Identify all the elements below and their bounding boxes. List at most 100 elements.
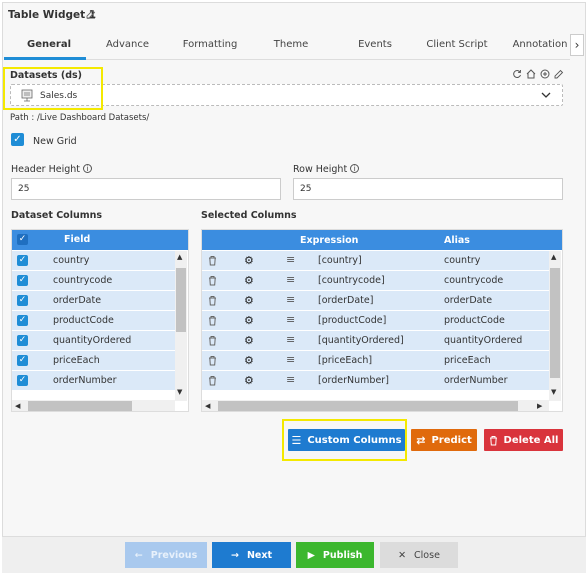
field-name: priceEach xyxy=(53,355,100,366)
previous-button[interactable]: ← Previous xyxy=(125,542,207,568)
table-row[interactable]: ✓ priceEach xyxy=(12,351,175,371)
scroll-up-icon[interactable]: ▲ xyxy=(177,253,182,261)
scroll-right-icon[interactable]: ▶ xyxy=(537,402,542,410)
horizontal-scrollbar[interactable]: ◀ ▶ xyxy=(202,400,549,411)
field-name: productCode xyxy=(53,315,114,326)
alias-cell: country xyxy=(444,255,481,266)
select-all-checkbox[interactable]: ✓ xyxy=(17,234,28,245)
dataset-toolbar xyxy=(512,69,564,79)
tab-events[interactable]: Events xyxy=(340,39,410,50)
drag-handle-icon[interactable]: ≡ xyxy=(286,313,295,326)
publish-button[interactable]: ▶ Publish xyxy=(296,542,374,568)
table-row[interactable]: ✓ orderDate xyxy=(12,291,175,311)
row-checkbox[interactable]: ✓ xyxy=(17,255,28,266)
table-row[interactable]: ✓ productCode xyxy=(12,311,175,331)
close-button[interactable]: ✕ Close xyxy=(380,542,458,568)
close-icon: ✕ xyxy=(398,549,407,561)
horizontal-scrollbar[interactable]: ◀ xyxy=(12,400,175,411)
drag-handle-icon[interactable]: ≡ xyxy=(286,273,295,286)
highlight-custom-columns xyxy=(282,419,407,461)
drag-handle-icon[interactable]: ≡ xyxy=(286,353,295,366)
trash-icon[interactable] xyxy=(208,315,217,326)
scroll-left-icon[interactable]: ◀ xyxy=(15,402,20,410)
drag-handle-icon[interactable]: ≡ xyxy=(286,253,295,266)
table-row[interactable]: ⚙ ≡ [country] country xyxy=(202,251,549,271)
table-row[interactable]: ✓ orderNumber xyxy=(12,371,175,391)
trash-icon[interactable] xyxy=(208,355,217,366)
tab-general[interactable]: General xyxy=(8,39,90,50)
selected-columns-label: Selected Columns xyxy=(201,210,297,221)
arrow-left-icon: ← xyxy=(134,549,143,561)
scroll-thumb[interactable] xyxy=(550,268,560,378)
table-row[interactable]: ⚙ ≡ [countrycode] countrycode xyxy=(202,271,549,291)
highlight-datasets xyxy=(3,67,103,110)
row-checkbox[interactable]: ✓ xyxy=(17,315,28,326)
row-checkbox[interactable]: ✓ xyxy=(17,295,28,306)
chevron-right-icon[interactable]: › xyxy=(570,34,584,56)
alias-cell: priceEach xyxy=(444,355,491,366)
chevron-down-icon xyxy=(541,92,551,98)
table-row[interactable]: ⚙ ≡ [orderNumber] orderNumber xyxy=(202,371,549,391)
drag-handle-icon[interactable]: ≡ xyxy=(286,293,295,306)
table-row[interactable]: ✓ country xyxy=(12,251,175,271)
edit-icon[interactable] xyxy=(554,69,564,79)
field-name: quantityOrdered xyxy=(53,335,132,346)
tab-advance[interactable]: Advance xyxy=(90,39,165,50)
grid-header: Expression Alias xyxy=(202,230,562,250)
field-header: Field xyxy=(64,234,91,245)
scroll-thumb[interactable] xyxy=(218,401,518,411)
refresh-icon[interactable] xyxy=(512,69,522,79)
trash-icon[interactable] xyxy=(208,335,217,346)
header-height-text: Header Height xyxy=(11,164,81,175)
table-row[interactable]: ⚙ ≡ [productCode] productCode xyxy=(202,311,549,331)
tab-theme[interactable]: Theme xyxy=(256,39,326,50)
header-height-label: Header Height i xyxy=(11,164,93,175)
drag-handle-icon[interactable]: ≡ xyxy=(286,373,295,386)
gear-icon[interactable]: ⚙ xyxy=(244,314,254,327)
gear-icon[interactable]: ⚙ xyxy=(244,294,254,307)
field-name: countrycode xyxy=(53,275,113,286)
trash-icon[interactable] xyxy=(208,255,217,266)
drag-handle-icon[interactable]: ≡ xyxy=(286,333,295,346)
row-checkbox[interactable]: ✓ xyxy=(17,335,28,346)
add-icon[interactable] xyxy=(540,69,550,79)
vertical-scrollbar[interactable]: ▲ ▼ xyxy=(549,251,561,401)
row-height-input[interactable]: 25 xyxy=(293,178,563,200)
gear-icon[interactable]: ⚙ xyxy=(244,374,254,387)
tab-client-script[interactable]: Client Script xyxy=(418,39,496,50)
row-height-text: Row Height xyxy=(293,164,348,175)
gear-icon[interactable]: ⚙ xyxy=(244,334,254,347)
gear-icon[interactable]: ⚙ xyxy=(244,254,254,267)
row-checkbox[interactable]: ✓ xyxy=(17,275,28,286)
scroll-thumb[interactable] xyxy=(176,268,186,332)
tab-annotation[interactable]: Annotation xyxy=(508,39,572,50)
gear-icon[interactable]: ⚙ xyxy=(244,354,254,367)
vertical-scrollbar[interactable]: ▲ ▼ xyxy=(175,251,187,401)
trash-icon[interactable] xyxy=(208,375,217,386)
table-row[interactable]: ✓ countrycode xyxy=(12,271,175,291)
row-checkbox[interactable]: ✓ xyxy=(17,375,28,386)
next-button[interactable]: → Next xyxy=(212,542,291,568)
table-row[interactable]: ⚙ ≡ [orderDate] orderDate xyxy=(202,291,549,311)
scroll-left-icon[interactable]: ◀ xyxy=(205,402,210,410)
header-height-input[interactable]: 25 xyxy=(11,178,281,200)
tab-formatting[interactable]: Formatting xyxy=(170,39,250,50)
scroll-up-icon[interactable]: ▲ xyxy=(551,253,556,261)
edit-icon[interactable] xyxy=(86,9,96,19)
table-row[interactable]: ✓ quantityOrdered xyxy=(12,331,175,351)
table-row[interactable]: ⚙ ≡ [quantityOrdered] quantityOrdered xyxy=(202,331,549,351)
scroll-down-icon[interactable]: ▼ xyxy=(551,388,556,396)
trash-icon[interactable] xyxy=(208,295,217,306)
home-icon[interactable] xyxy=(526,69,536,79)
dataset-path: Path : /Live Dashboard Datasets/ xyxy=(10,113,150,123)
new-grid-checkbox[interactable]: ✓ xyxy=(11,133,24,146)
row-checkbox[interactable]: ✓ xyxy=(17,355,28,366)
table-row[interactable]: ⚙ ≡ [priceEach] priceEach xyxy=(202,351,549,371)
scroll-thumb[interactable] xyxy=(28,401,132,411)
gear-icon[interactable]: ⚙ xyxy=(244,274,254,287)
scroll-down-icon[interactable]: ▼ xyxy=(177,388,182,396)
trash-icon[interactable] xyxy=(208,275,217,286)
close-label: Close xyxy=(414,549,440,561)
predict-button[interactable]: ⇄ Predict xyxy=(411,429,477,451)
delete-all-button[interactable]: Delete All xyxy=(484,429,563,451)
